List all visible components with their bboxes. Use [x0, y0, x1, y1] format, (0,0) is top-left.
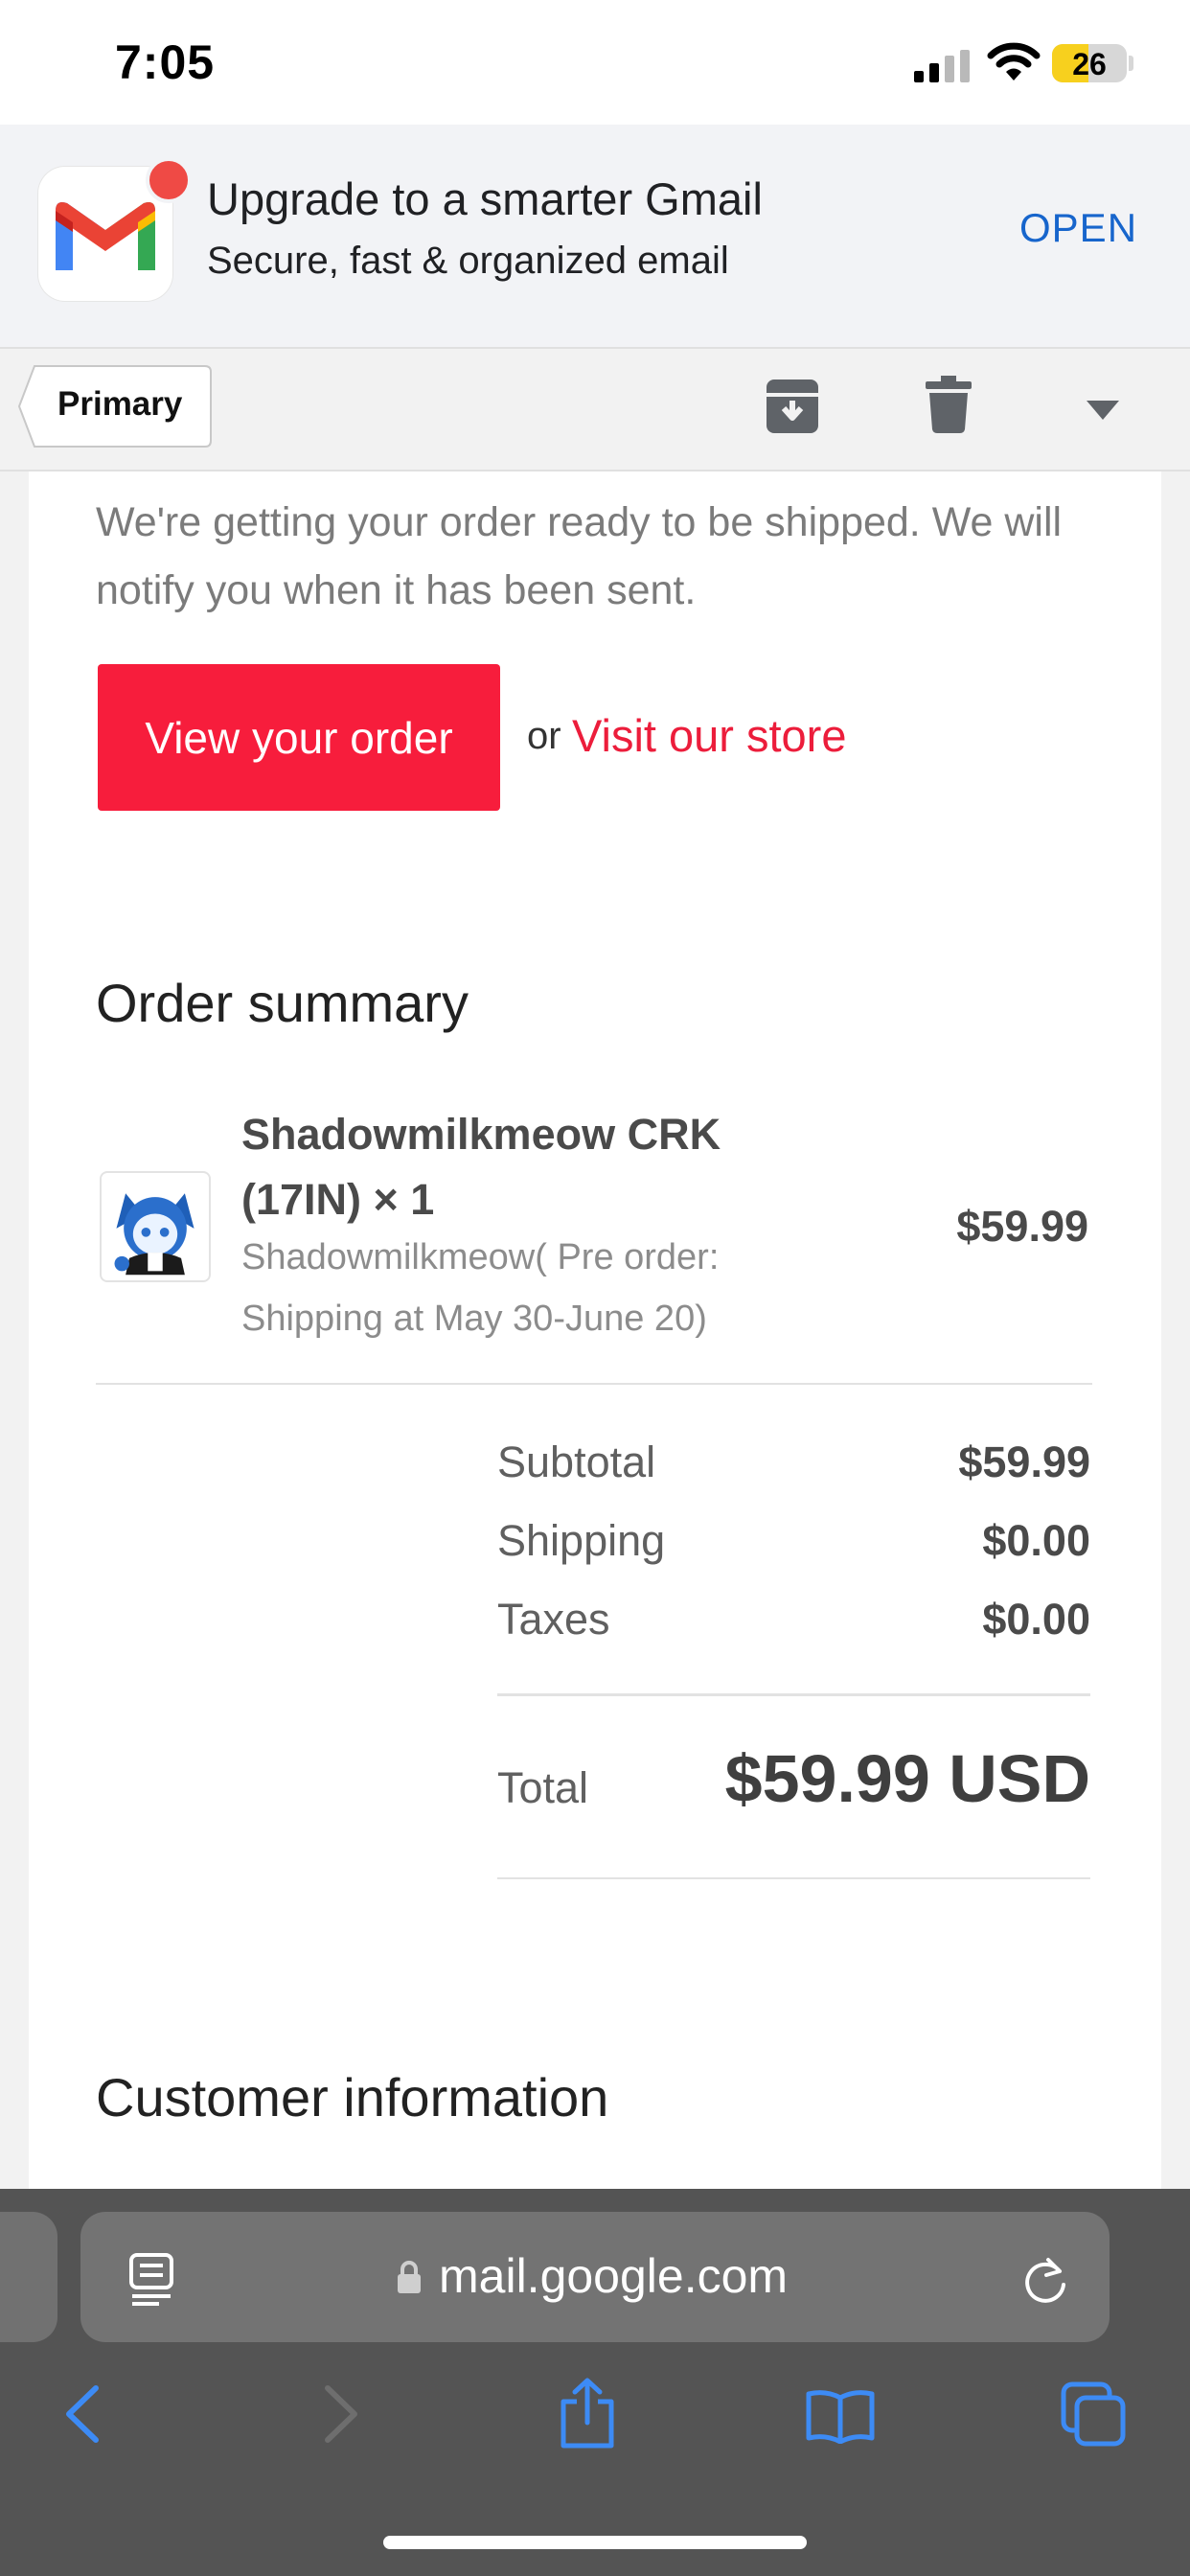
order-status-text: We're getting your order ready to be shi… [96, 499, 1063, 613]
home-indicator[interactable] [383, 2536, 807, 2549]
previous-tab-peek[interactable] [0, 2212, 57, 2342]
divider [96, 1383, 1092, 1385]
taxes-value: $0.00 [982, 1595, 1090, 1644]
primary-label: Primary [57, 385, 183, 423]
or-text: or [527, 715, 561, 757]
product-variant: Shadowmilkmeow( Pre order: Shipping at M… [241, 1237, 720, 1339]
archive-icon[interactable] [765, 378, 820, 435]
battery-tip [1129, 56, 1133, 71]
product-name: Shadowmilkmeow CRK (17IN) × 1 [241, 1110, 721, 1224]
notification-dot [146, 157, 192, 203]
view-order-button[interactable]: View your order [98, 664, 500, 811]
status-time: 7:05 [115, 35, 216, 89]
reload-icon[interactable] [1021, 2254, 1069, 2306]
url-text[interactable]: mail.google.com [439, 2248, 788, 2304]
bookmarks-icon[interactable] [805, 2388, 876, 2444]
divider [497, 1693, 1090, 1696]
shipping-value: $0.00 [982, 1516, 1090, 1565]
banner-subtitle: Secure, fast & organized email [207, 240, 729, 282]
tabs-icon[interactable] [1060, 2380, 1127, 2448]
order-summary-title: Order summary [96, 973, 469, 1033]
total-value: $59.99 USD [724, 1741, 1090, 1816]
battery-level: 26 [1072, 47, 1107, 81]
product-thumbnail[interactable] [100, 1171, 211, 1282]
lock-icon [398, 2261, 421, 2293]
signal-icon [914, 50, 970, 82]
divider [497, 1877, 1090, 1879]
banner-title: Upgrade to a smarter Gmail [207, 173, 763, 224]
battery-icon: 26 [1052, 44, 1127, 82]
customer-information-title: Customer information [96, 2067, 609, 2128]
taxes-label: Taxes [497, 1595, 610, 1644]
reader-icon[interactable] [128, 2252, 174, 2306]
total-label: Total [497, 1763, 589, 1812]
back-icon[interactable] [63, 2384, 102, 2444]
subtotal-label: Subtotal [497, 1438, 656, 1486]
subtotal-value: $59.99 [958, 1438, 1090, 1486]
gmail-upgrade-banner[interactable] [0, 125, 1190, 347]
shipping-label: Shipping [497, 1516, 666, 1565]
product-price: $59.99 [956, 1202, 1088, 1251]
share-icon[interactable] [558, 2377, 617, 2450]
caret-down-icon[interactable] [1087, 401, 1119, 420]
forward-icon[interactable] [322, 2384, 360, 2444]
open-button[interactable]: OPEN [1019, 205, 1137, 251]
wifi-icon [987, 42, 1041, 80]
visit-store-link[interactable]: Visit our store [572, 709, 846, 762]
trash-icon[interactable] [926, 376, 972, 433]
